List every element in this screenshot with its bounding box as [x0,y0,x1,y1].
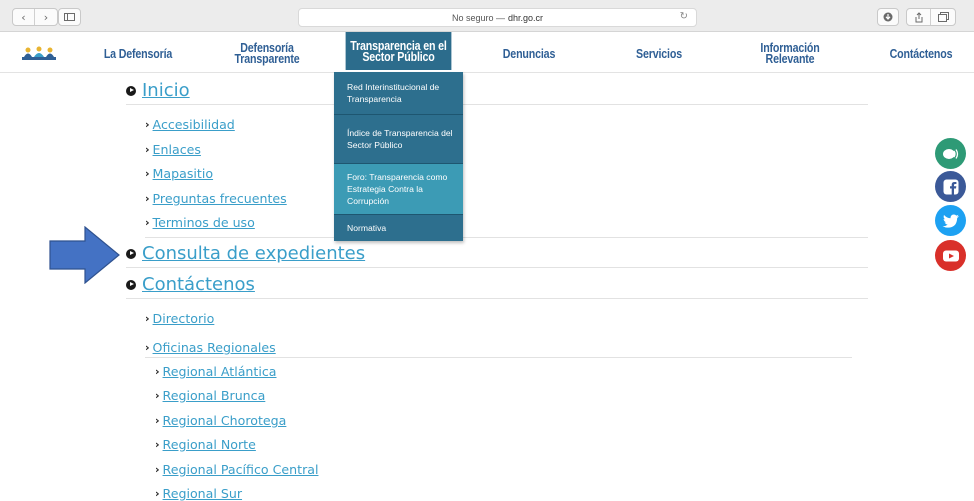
sitemap-section-inicio: Inicio [126,80,190,101]
oficinas-regionales-link[interactable]: Oficinas Regionales [153,340,276,355]
bullet-icon [126,85,136,96]
regional-brunca-link[interactable]: Regional Brunca [163,388,266,403]
list-item: › Directorio [145,311,214,326]
sitemap-section-consulta: Consulta de expedientes [126,243,365,264]
sitemap-section-contactenos: Contáctenos [126,274,255,295]
sidebar-icon [59,9,80,25]
list-item: › Accesibilidad [145,117,235,132]
chevron-right-icon: › [155,414,160,427]
divider [145,237,868,238]
accesibilidad-link[interactable]: Accesibilidad [153,117,235,132]
list-item: › Regional Pacífico Central [155,462,318,477]
dropdown-item-normativa[interactable]: Normativa [334,215,463,241]
list-item: › Oficinas Regionales [145,340,276,355]
regional-atlantica-link[interactable]: Regional Atlántica [163,364,277,379]
nav-denuncias[interactable]: Denuncias [496,33,562,73]
dropdown-item-indice-transparencia[interactable]: Índice de Transparencia del Sector Públi… [334,115,463,163]
history-buttons: ‹ › [12,8,58,26]
reload-icon[interactable]: ↻ [680,11,688,22]
dropdown-item-foro-transparencia[interactable]: Foro: Transparencia como Estrategia Cont… [334,164,463,214]
chevron-right-icon: › [155,487,160,500]
directorio-link[interactable]: Directorio [153,311,215,326]
list-item: › Preguntas frecuentes [145,191,287,206]
forward-button[interactable]: › [35,9,57,25]
list-item: › Regional Brunca [155,388,265,403]
share-icon[interactable] [907,9,931,25]
tabs-icon[interactable] [931,9,955,25]
regional-norte-link[interactable]: Regional Norte [163,437,256,452]
list-item: › Enlaces [145,142,201,157]
chat-icon[interactable] [935,138,966,169]
address-bar[interactable]: No seguro — dhr.go.cr ↻ [298,8,697,27]
terminos-de-uso-link[interactable]: Terminos de uso [153,215,255,230]
nav-contactenos[interactable]: Contáctenos [887,33,954,73]
inicio-link[interactable]: Inicio [142,80,190,101]
twitter-icon[interactable] [935,205,966,236]
chevron-right-icon: › [145,192,150,205]
regional-pacifico-central-link[interactable]: Regional Pacífico Central [163,462,319,477]
contactenos-link[interactable]: Contáctenos [142,274,255,295]
bullet-icon [126,248,136,259]
chevron-right-icon: › [145,216,150,229]
url-domain: dhr.go.cr [508,12,544,23]
mapasitio-link[interactable]: Mapasitio [153,166,214,181]
nav-transparencia-sector-publico[interactable]: Transparencia en el Sector Público [345,32,452,70]
divider [126,267,868,268]
preguntas-frecuentes-link[interactable]: Preguntas frecuentes [153,191,287,206]
divider [126,104,868,105]
list-item: › Regional Chorotega [155,413,286,428]
list-item: › Regional Norte [155,437,256,452]
chevron-right-icon: › [155,389,160,402]
list-item: › Mapasitio [145,166,213,181]
chevron-right-icon: › [155,438,160,451]
regional-sur-link[interactable]: Regional Sur [163,486,243,501]
dropdown-item-red-interinstitucional[interactable]: Red Interinstitucional de Transparencia [334,72,463,114]
nav-la-defensoria[interactable]: La Defensoría [101,33,175,73]
enlaces-link[interactable]: Enlaces [153,142,201,157]
chevron-right-icon: › [145,167,150,180]
divider [145,357,852,358]
nav-defensoria-transparente[interactable]: Defensoría Transparente [230,33,304,73]
nav-informacion-relevante[interactable]: Información Relevante [756,33,823,73]
toolbar-actions [906,8,956,26]
divider [126,298,868,299]
bullet-icon [126,279,136,290]
regional-chorotega-link[interactable]: Regional Chorotega [163,413,287,428]
facebook-icon[interactable] [935,171,966,202]
download-button[interactable] [877,8,899,26]
site-logo-icon[interactable] [22,46,56,62]
chevron-right-icon: › [155,365,160,378]
security-label: No seguro — [451,12,505,23]
pointer-arrow-icon [49,226,120,284]
back-button[interactable]: ‹ [13,9,35,25]
chevron-right-icon: › [145,312,150,325]
youtube-icon[interactable] [935,240,966,271]
main-navigation: La Defensoría Defensoría Transparente Tr… [0,32,974,73]
chevron-right-icon: › [145,341,150,354]
consulta-de-expedientes-link[interactable]: Consulta de expedientes [142,243,365,264]
transparencia-dropdown-menu: Red Interinstitucional de Transparencia … [334,72,463,241]
download-icon [878,9,898,25]
chevron-right-icon: › [145,118,150,131]
nav-servicios[interactable]: Servicios [630,33,687,73]
list-item: › Regional Atlántica [155,364,277,379]
chevron-right-icon: › [155,463,160,476]
sidebar-toggle[interactable] [58,8,81,26]
list-item: › Regional Sur [155,486,242,501]
chevron-right-icon: › [145,143,150,156]
list-item: › Terminos de uso [145,215,255,230]
browser-toolbar: ‹ › No seguro — dhr.go.cr ↻ [0,0,974,32]
